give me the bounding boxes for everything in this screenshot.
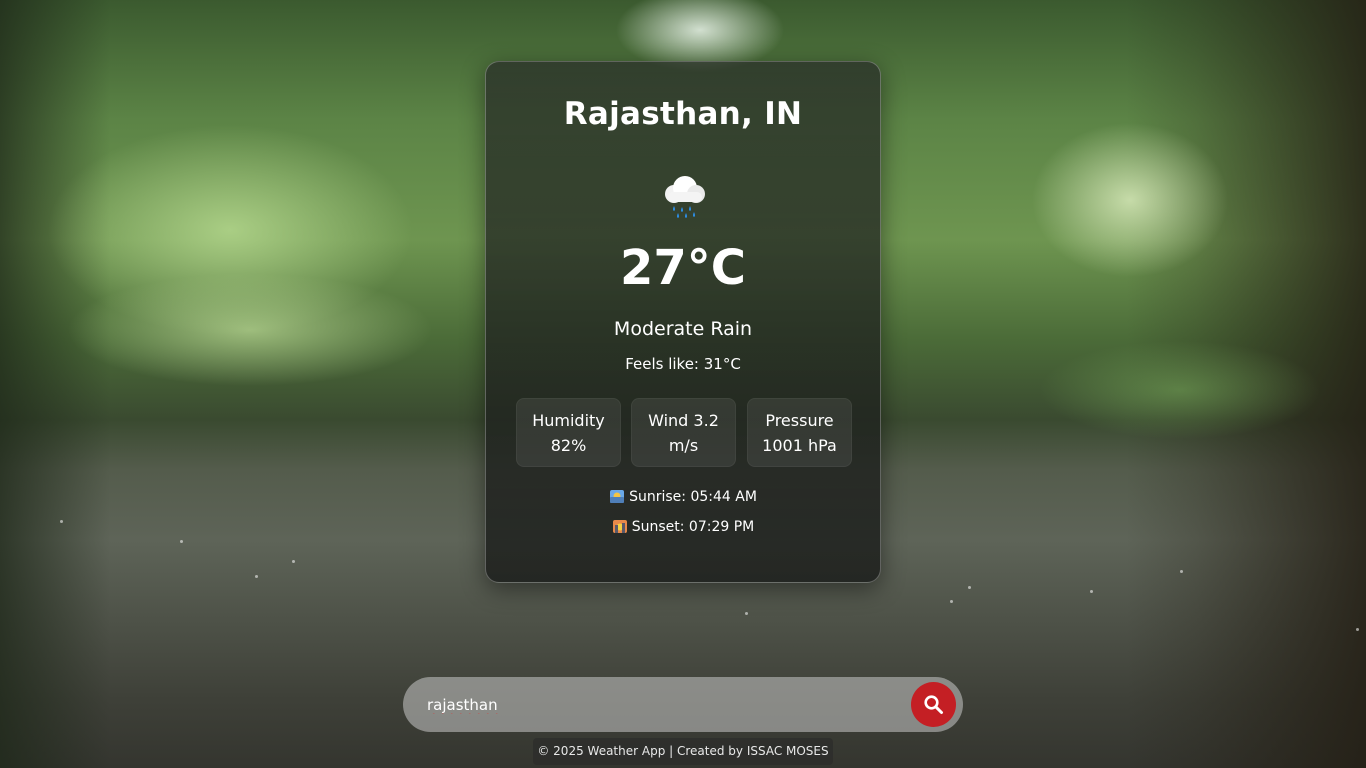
footer-credit: © 2025 Weather App | Created by ISSAC MO… [533,738,833,765]
search-bar [403,677,963,732]
sunset-icon [612,520,627,533]
search-icon [924,695,943,714]
weather-card: Rajasthan, IN 27°C Moderate Rain Feels l… [485,61,881,583]
stat-label: Humidity [532,411,605,430]
wind-stat: Wind 3.2 m/s [631,398,736,467]
search-button[interactable] [911,682,956,727]
temperature: 27°C [619,240,747,296]
stat-value: m/s [668,436,699,455]
city-name: Rajasthan, IN [563,96,803,132]
stat-value: 82% [550,436,587,455]
sunrise-time: Sunrise: 05:44 AM [629,489,757,505]
humidity-stat: Humidity 82% [516,398,621,467]
sunset-time: Sunset: 07:29 PM [631,519,755,535]
weather-description: Moderate Rain [613,318,753,340]
stat-value: 1001 hPa [762,436,837,455]
rain-cloud-icon [665,176,705,218]
sunrise-row: Sunrise: 05:44 AM [486,488,880,505]
stat-label: Wind 3.2 [648,411,719,430]
pressure-stat: Pressure 1001 hPa [747,398,852,467]
feels-like: Feels like: 31°C [625,355,741,373]
search-input[interactable] [425,691,899,719]
sunrise-icon [610,490,625,503]
sunset-row: Sunset: 07:29 PM [486,518,880,535]
stat-label: Pressure [765,411,834,430]
